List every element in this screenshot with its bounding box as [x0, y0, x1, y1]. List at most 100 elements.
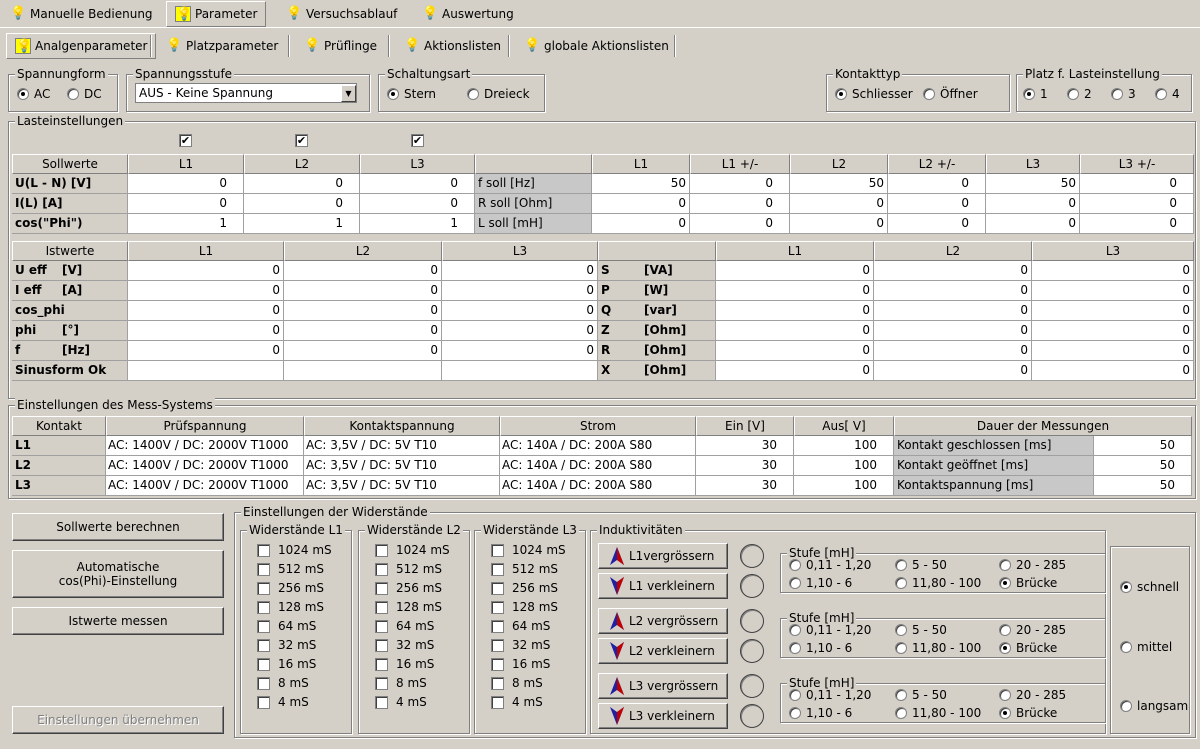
radio-stufe[interactable]: 11,80 - 100: [895, 641, 981, 655]
soll-value2-input[interactable]: 0: [690, 194, 790, 214]
soll-value2-input[interactable]: 0: [888, 214, 986, 234]
soll-value-input[interactable]: 0: [360, 174, 475, 194]
resistor-checkbox[interactable]: 256 mS: [257, 579, 324, 597]
soll-value2-input[interactable]: 0: [1080, 194, 1194, 214]
radio-stufe[interactable]: 11,80 - 100: [895, 706, 981, 720]
soll-value2-input[interactable]: 0: [592, 214, 690, 234]
soll-value2-input[interactable]: 50: [592, 174, 690, 194]
radio-dreieck[interactable]: Dreieck: [467, 87, 530, 101]
strom-select[interactable]: AC: 140A / DC: 200A S80: [500, 456, 696, 476]
pruefspannung-select[interactable]: AC: 1400V / DC: 2000V T1000: [106, 476, 304, 496]
resistor-checkbox[interactable]: 32 mS: [257, 636, 316, 654]
ein-input[interactable]: 30: [696, 476, 794, 496]
kontaktspannung-select[interactable]: AC: 3,5V / DC: 5V T10: [304, 436, 500, 456]
soll-value2-input[interactable]: 0: [986, 194, 1080, 214]
soll-value-input[interactable]: 0: [128, 174, 244, 194]
shrink-l1-button[interactable]: L1 verkleinern: [598, 573, 728, 599]
resistor-checkbox[interactable]: 1024 mS: [491, 541, 566, 559]
auto-cosphi-button[interactable]: Automatische cos(Phi)-Einstellung: [12, 550, 224, 598]
resistor-checkbox[interactable]: 4 mS: [375, 693, 427, 711]
resistor-checkbox[interactable]: 64 mS: [375, 617, 434, 635]
grow-l3-button[interactable]: L3 vergrössern: [598, 673, 728, 699]
radio-stufe[interactable]: 20 - 285: [999, 623, 1066, 637]
resistor-checkbox[interactable]: 512 mS: [375, 560, 442, 578]
radio-stufe[interactable]: 5 - 50: [895, 623, 947, 637]
radio-ac[interactable]: AC: [17, 87, 50, 101]
soll-value-input[interactable]: 0: [244, 174, 360, 194]
pruefspannung-select[interactable]: AC: 1400V / DC: 2000V T1000: [106, 456, 304, 476]
resistor-checkbox[interactable]: 8 mS: [375, 674, 427, 692]
radio-stufe[interactable]: 1,10 - 6: [789, 641, 852, 655]
resistor-checkbox[interactable]: 1024 mS: [375, 541, 450, 559]
tab-versuchsablauf[interactable]: 💡 Versuchsablauf: [278, 1, 405, 27]
radio-langsam[interactable]: langsam: [1120, 699, 1188, 713]
resistor-checkbox[interactable]: 4 mS: [491, 693, 543, 711]
sollwerte-berechnen-button[interactable]: Sollwerte berechnen: [12, 513, 224, 541]
tab-manuelle-bedienung[interactable]: 💡 Manuelle Bedienung: [2, 1, 161, 27]
resistor-checkbox[interactable]: 16 mS: [257, 655, 316, 673]
resistor-checkbox[interactable]: 512 mS: [491, 560, 558, 578]
resistor-checkbox[interactable]: 256 mS: [375, 579, 442, 597]
resistor-checkbox[interactable]: 128 mS: [257, 598, 324, 616]
strom-select[interactable]: AC: 140A / DC: 200A S80: [500, 436, 696, 456]
soll-value2-input[interactable]: 0: [690, 214, 790, 234]
aus-input[interactable]: 100: [794, 476, 894, 496]
resistor-checkbox[interactable]: 16 mS: [491, 655, 550, 673]
soll-value2-input[interactable]: 50: [986, 174, 1080, 194]
radio-schnell[interactable]: schnell: [1120, 580, 1179, 594]
resistor-checkbox[interactable]: 8 mS: [257, 674, 309, 692]
resistor-checkbox[interactable]: 8 mS: [491, 674, 543, 692]
ein-input[interactable]: 30: [696, 456, 794, 476]
radio-stufe[interactable]: 20 - 285: [999, 558, 1066, 572]
subtab-aktionslisten[interactable]: 💡 Aktionslisten: [396, 33, 509, 59]
radio-platz-3[interactable]: 3: [1111, 87, 1136, 101]
resistor-checkbox[interactable]: 64 mS: [491, 617, 550, 635]
resistor-checkbox[interactable]: 128 mS: [491, 598, 558, 616]
soll-value2-input[interactable]: 0: [888, 174, 986, 194]
subtab-anlagenparameter[interactable]: 💡 Analgenparameter: [6, 33, 157, 59]
radio-platz-2[interactable]: 2: [1067, 87, 1092, 101]
radio-stern[interactable]: Stern: [387, 87, 436, 101]
checkbox-l3[interactable]: ✔: [411, 134, 424, 147]
radio-stufe[interactable]: 5 - 50: [895, 558, 947, 572]
checkbox-l2[interactable]: ✔: [295, 134, 308, 147]
strom-select[interactable]: AC: 140A / DC: 200A S80: [500, 476, 696, 496]
radio-oeffner[interactable]: Öffner: [923, 87, 978, 101]
soll-value2-input[interactable]: 0: [1080, 174, 1194, 194]
dauer-input[interactable]: 50: [1094, 456, 1192, 476]
subtab-globale-aktionslisten[interactable]: 💡 globale Aktionslisten: [516, 33, 677, 59]
aus-input[interactable]: 100: [794, 456, 894, 476]
soll-value-input[interactable]: 1: [360, 214, 475, 234]
subtab-prueflinge[interactable]: 💡 Prüflinge: [296, 33, 385, 59]
radio-platz-4[interactable]: 4: [1155, 87, 1180, 101]
tab-auswertung[interactable]: 💡 Auswertung: [414, 1, 522, 27]
soll-value2-input[interactable]: 0: [592, 194, 690, 214]
radio-mittel[interactable]: mittel: [1120, 640, 1172, 654]
radio-stufe[interactable]: 0,11 - 1,20: [789, 623, 871, 637]
soll-value2-input[interactable]: 0: [690, 174, 790, 194]
radio-platz-1[interactable]: 1: [1023, 87, 1048, 101]
soll-value2-input[interactable]: 0: [790, 194, 888, 214]
subtab-platzparameter[interactable]: 💡 Platzparameter: [158, 33, 286, 59]
radio-stufe[interactable]: 0,11 - 1,20: [789, 688, 871, 702]
shrink-l3-button[interactable]: L3 verkleinern: [598, 703, 728, 729]
istwerte-messen-button[interactable]: Istwerte messen: [12, 607, 224, 635]
grow-l1-button[interactable]: L1vergrössern: [598, 543, 728, 569]
tab-parameter[interactable]: 💡 Parameter: [166, 1, 267, 27]
dauer-input[interactable]: 50: [1094, 476, 1192, 496]
radio-stufe[interactable]: 1,10 - 6: [789, 706, 852, 720]
radio-dc[interactable]: DC: [67, 87, 102, 101]
aus-input[interactable]: 100: [794, 436, 894, 456]
radio-stufe[interactable]: Brücke: [999, 706, 1057, 720]
radio-stufe[interactable]: 5 - 50: [895, 688, 947, 702]
resistor-checkbox[interactable]: 64 mS: [257, 617, 316, 635]
kontaktspannung-select[interactable]: AC: 3,5V / DC: 5V T10: [304, 456, 500, 476]
dauer-input[interactable]: 50: [1094, 436, 1192, 456]
resistor-checkbox[interactable]: 32 mS: [375, 636, 434, 654]
grow-l2-button[interactable]: L2 vergrössern: [598, 608, 728, 634]
soll-value-input[interactable]: 0: [128, 194, 244, 214]
soll-value-input[interactable]: 0: [360, 194, 475, 214]
soll-value2-input[interactable]: 0: [888, 194, 986, 214]
resistor-checkbox[interactable]: 512 mS: [257, 560, 324, 578]
soll-value2-input[interactable]: 0: [986, 214, 1080, 234]
